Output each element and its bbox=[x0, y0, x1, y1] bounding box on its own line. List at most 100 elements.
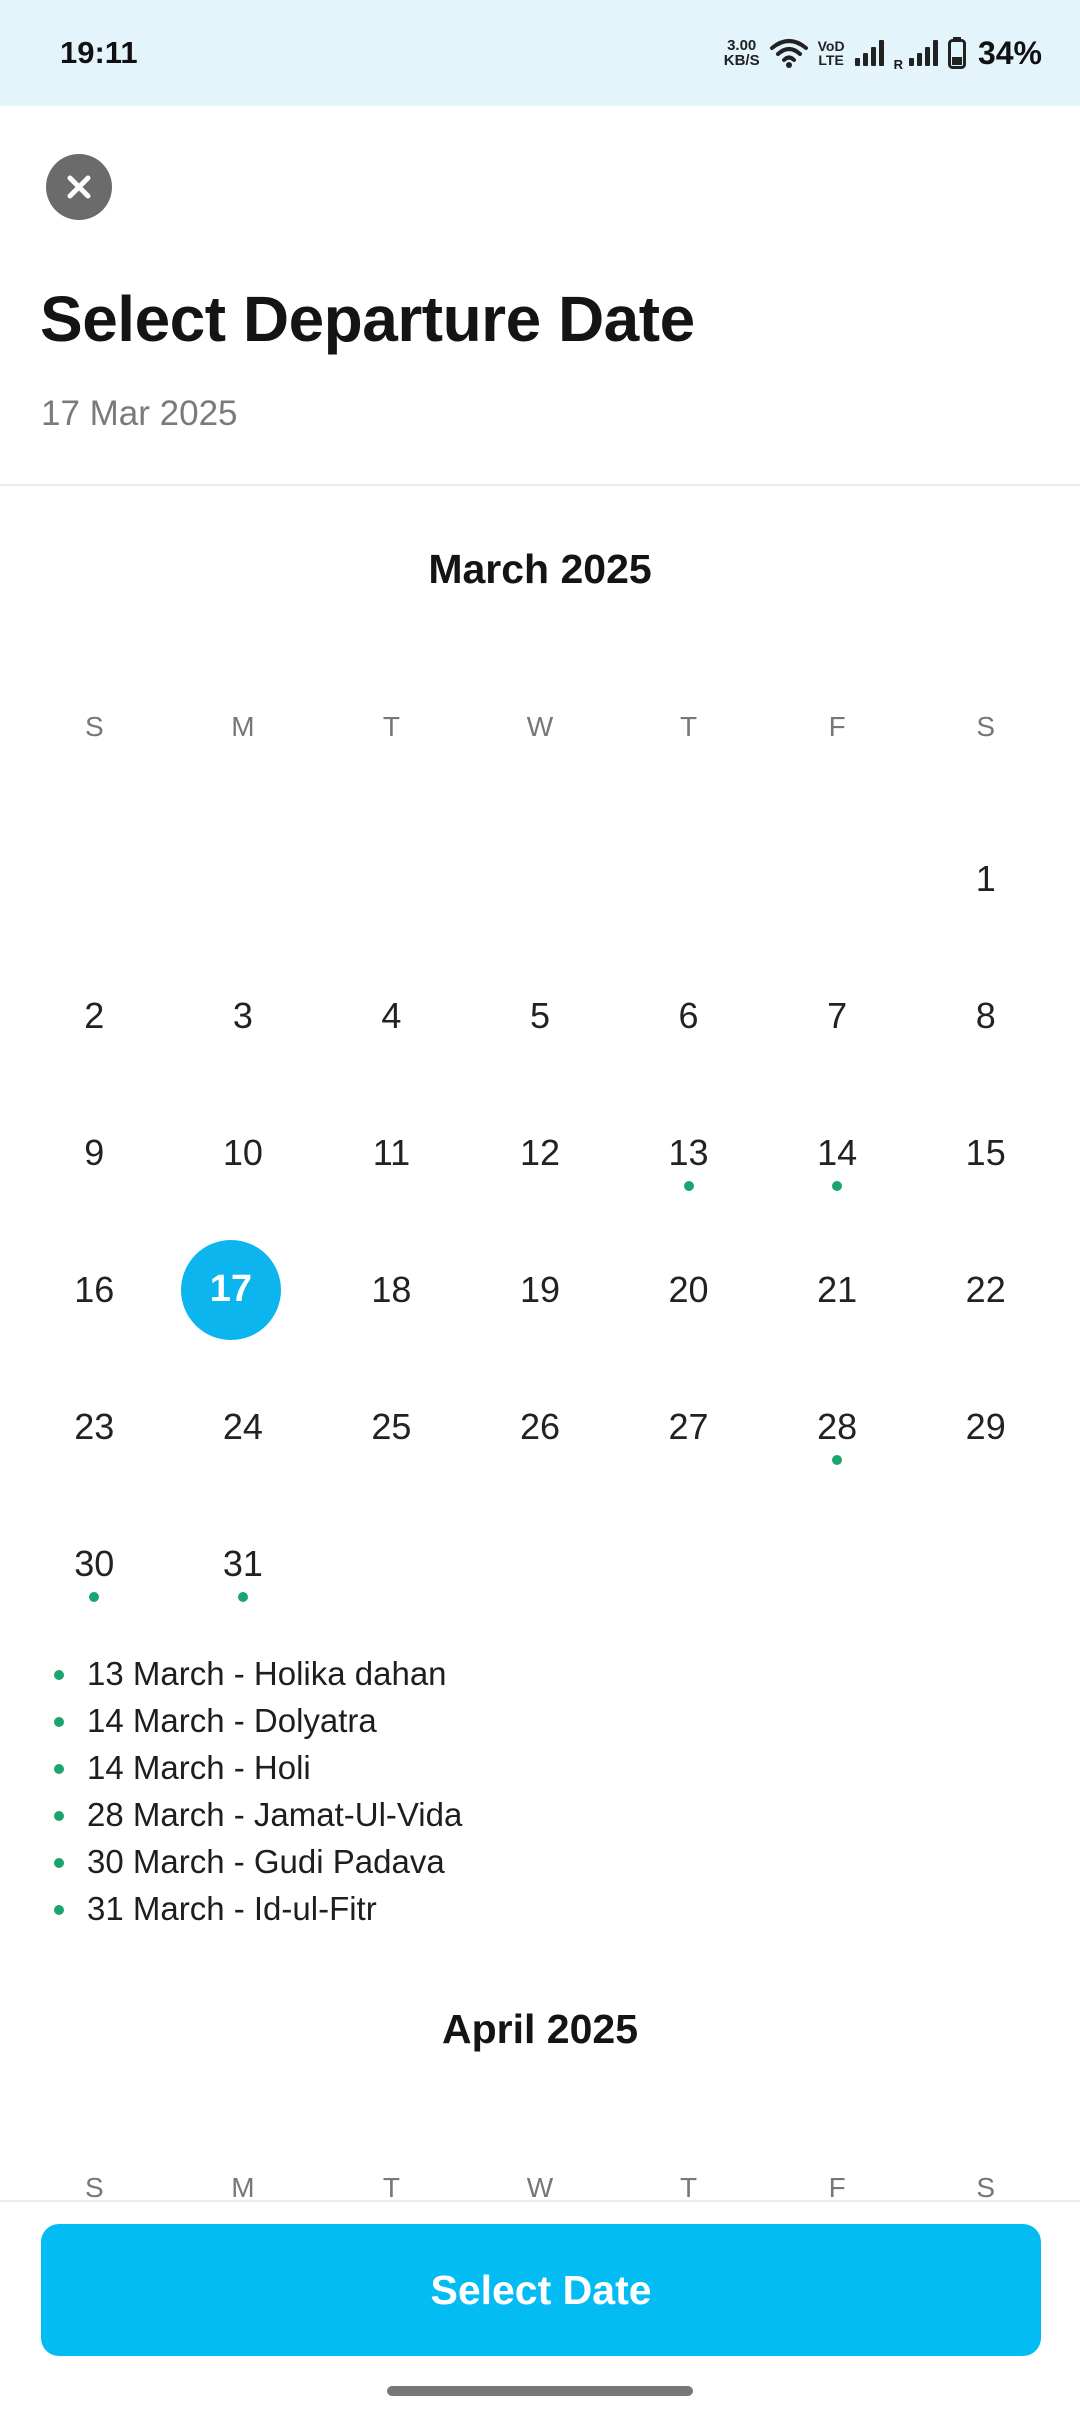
day-cell[interactable]: 25 bbox=[317, 1358, 466, 1495]
day-cell[interactable]: 10 bbox=[169, 1084, 318, 1221]
holiday-item: 28 March - Jamat-Ul-Vida bbox=[54, 1791, 462, 1838]
holiday-dot bbox=[832, 1455, 843, 1465]
selected-date-label: 17 Mar 2025 bbox=[41, 394, 238, 433]
day-cell[interactable]: 2 bbox=[20, 947, 169, 1084]
holiday-item: 14 March - Holi bbox=[54, 1744, 462, 1791]
day-cell[interactable]: 5 bbox=[466, 947, 615, 1084]
day-number: 12 bbox=[519, 1131, 561, 1173]
signal-icon bbox=[854, 40, 884, 66]
bottom-bar: Select Date bbox=[0, 2200, 1080, 2414]
day-cell-selected[interactable]: 17 bbox=[169, 1221, 318, 1358]
day-cell[interactable]: 21 bbox=[763, 1221, 912, 1358]
day-cell[interactable]: 23 bbox=[20, 1358, 169, 1495]
empty-day-cell bbox=[614, 810, 763, 947]
day-number: 19 bbox=[519, 1268, 561, 1310]
day-cell[interactable]: 20 bbox=[614, 1221, 763, 1358]
day-cell[interactable]: 7 bbox=[763, 947, 912, 1084]
empty-day-cell bbox=[763, 1495, 912, 1632]
day-cell[interactable]: 30 bbox=[20, 1495, 169, 1632]
holiday-dot bbox=[237, 1592, 248, 1602]
day-cell[interactable]: 29 bbox=[911, 1358, 1060, 1495]
day-cell[interactable]: 9 bbox=[20, 1084, 169, 1221]
day-cell[interactable]: 26 bbox=[466, 1358, 615, 1495]
day-cell[interactable]: 24 bbox=[169, 1358, 318, 1495]
day-number: 13 bbox=[668, 1131, 709, 1173]
day-cell[interactable]: 4 bbox=[317, 947, 466, 1084]
volte-icon: VoD LTE bbox=[818, 39, 845, 67]
status-time: 19:11 bbox=[60, 35, 138, 70]
day-number: 6 bbox=[678, 994, 699, 1036]
day-number: 24 bbox=[222, 1405, 263, 1447]
day-number: 4 bbox=[381, 994, 402, 1036]
day-cell[interactable]: 14 bbox=[763, 1084, 912, 1221]
weekday-label: S bbox=[84, 711, 104, 742]
battery-icon bbox=[947, 37, 966, 69]
network-speed-unit: KB/S bbox=[723, 52, 760, 69]
day-cell[interactable]: 27 bbox=[614, 1358, 763, 1495]
empty-day-cell bbox=[20, 810, 169, 947]
day-number: 14 bbox=[817, 1131, 858, 1173]
calendar-grid-march: 1 2 3 4 5 6 7 8 9 10 11 12 13 14 15 16 17 18 19 20 21 22 23 24 2… bbox=[20, 810, 1060, 1632]
day-number: 8 bbox=[975, 994, 996, 1036]
wifi-icon bbox=[769, 39, 808, 68]
day-cell[interactable]: 3 bbox=[169, 947, 318, 1084]
day-cell[interactable]: 12 bbox=[466, 1084, 615, 1221]
day-number: 21 bbox=[817, 1268, 858, 1310]
day-number: 3 bbox=[232, 994, 253, 1036]
empty-day-cell bbox=[763, 810, 912, 947]
day-number: 27 bbox=[668, 1405, 709, 1447]
day-cell[interactable]: 6 bbox=[614, 947, 763, 1084]
holiday-item: 14 March - Dolyatra bbox=[54, 1697, 462, 1744]
holiday-list: 13 March - Holika dahan 14 March - Dolyat… bbox=[54, 1650, 462, 1932]
day-number: 1 bbox=[975, 857, 996, 899]
volte-top-label: VoD bbox=[817, 38, 845, 54]
day-cell[interactable]: 31 bbox=[169, 1495, 318, 1632]
holiday-dot bbox=[832, 1181, 843, 1191]
weekday-header-march: SMTWTFS bbox=[20, 711, 1060, 743]
day-number: 25 bbox=[371, 1405, 412, 1447]
weekday-label: S bbox=[976, 711, 996, 742]
empty-day-cell bbox=[911, 1495, 1060, 1632]
empty-day-cell bbox=[466, 810, 615, 947]
day-number: 31 bbox=[222, 1542, 263, 1584]
day-cell[interactable]: 28 bbox=[763, 1358, 912, 1495]
volte-bottom-label: LTE bbox=[818, 52, 844, 68]
day-cell[interactable]: 16 bbox=[20, 1221, 169, 1358]
day-number: 5 bbox=[529, 994, 550, 1036]
day-cell[interactable]: 11 bbox=[317, 1084, 466, 1221]
page-title: Select Departure Date bbox=[40, 283, 695, 355]
day-cell[interactable]: 15 bbox=[911, 1084, 1060, 1221]
home-indicator[interactable] bbox=[387, 2386, 693, 2396]
header-divider bbox=[0, 484, 1080, 486]
month-title-march: March 2025 bbox=[428, 546, 652, 592]
weekday-label: M bbox=[231, 711, 255, 742]
holiday-dot bbox=[683, 1181, 694, 1191]
day-number: 17 bbox=[209, 1268, 252, 1310]
holiday-dot bbox=[89, 1592, 100, 1602]
close-button[interactable] bbox=[46, 154, 112, 220]
network-speed: 3.00 KB/S bbox=[724, 38, 760, 68]
month-title-april: April 2025 bbox=[442, 2006, 638, 2052]
holiday-item: 31 March - Id-ul-Fitr bbox=[54, 1885, 462, 1932]
day-number: 9 bbox=[84, 1131, 105, 1173]
empty-day-cell bbox=[614, 1495, 763, 1632]
day-cell[interactable]: 18 bbox=[317, 1221, 466, 1358]
close-icon bbox=[67, 175, 91, 199]
day-number: 2 bbox=[84, 994, 105, 1036]
day-number: 20 bbox=[668, 1268, 709, 1310]
day-number: 16 bbox=[74, 1268, 115, 1310]
battery-percentage: 34% bbox=[977, 34, 1042, 71]
day-number: 26 bbox=[519, 1405, 561, 1447]
day-cell[interactable]: 19 bbox=[466, 1221, 615, 1358]
empty-day-cell bbox=[169, 810, 318, 947]
holiday-item: 30 March - Gudi Padava bbox=[54, 1838, 462, 1885]
roaming-label: R bbox=[893, 56, 903, 72]
day-number: 10 bbox=[222, 1131, 263, 1173]
day-cell[interactable]: 22 bbox=[911, 1221, 1060, 1358]
select-date-button[interactable]: Select Date bbox=[41, 2224, 1041, 2356]
day-number: 15 bbox=[965, 1131, 1006, 1173]
day-cell[interactable]: 13 bbox=[614, 1084, 763, 1221]
day-number: 28 bbox=[817, 1405, 858, 1447]
day-cell[interactable]: 1 bbox=[911, 810, 1060, 947]
day-cell[interactable]: 8 bbox=[911, 947, 1060, 1084]
